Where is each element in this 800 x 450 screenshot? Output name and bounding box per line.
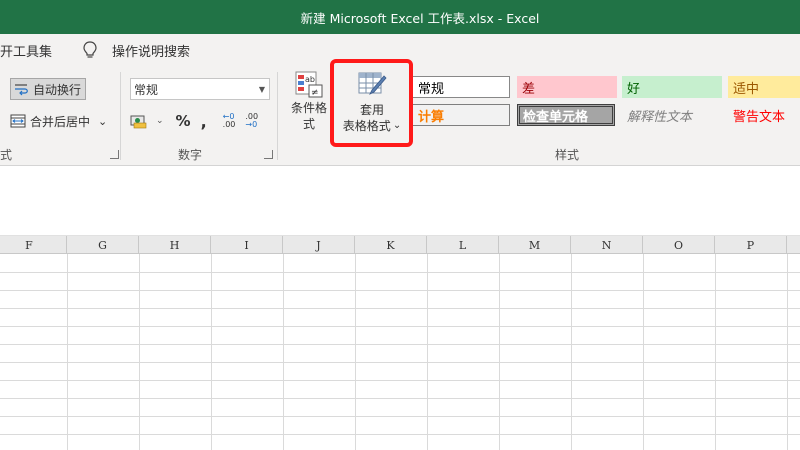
chevron-down-icon[interactable]: ▼ [255,85,269,94]
tab-row: 开工具集 操作说明搜索 [0,34,800,64]
style-neutral[interactable]: 适中 [728,76,800,98]
column-header[interactable]: M [499,236,571,254]
percent-button[interactable]: % [176,112,191,130]
conditional-format-icon: ab ≠ [295,71,323,98]
format-as-table-button[interactable]: 套用 表格格式 ⌄ [336,70,408,134]
svg-text:≠: ≠ [311,88,319,98]
format-as-table-label-line2: 表格格式 [342,119,391,133]
style-explanatory[interactable]: 解释性文本 [622,104,722,126]
ribbon: 自动换行 合并后居中 ⌄ 式 常规 ▼ ⌄ % , ←0 .00 .00 →0 … [0,64,800,166]
style-bad[interactable]: 差 [517,76,617,98]
conditional-format-button[interactable]: ab ≠ 条件格式 [287,70,331,132]
alignment-group-label: 式 [0,148,13,162]
conditional-format-label: 条件格式 [290,101,327,131]
styles-group-label: 样式 [555,148,580,162]
comma-button[interactable]: , [201,112,207,131]
chevron-down-icon[interactable]: ⌄ [156,116,164,126]
style-calculation[interactable]: 计算 [412,104,510,126]
column-header[interactable]: F [0,236,67,254]
number-tools: ⌄ % , ←0 .00 .00 →0 [130,110,258,132]
format-as-table-label-line1: 套用 [359,103,384,117]
chevron-down-icon: ⌄ [392,120,402,131]
column-header[interactable]: N [571,236,643,254]
group-divider [277,72,278,160]
column-header[interactable]: O [643,236,715,254]
merge-center-icon [10,114,26,128]
tell-me-search[interactable]: 操作说明搜索 [112,41,190,60]
title-bar: 新建 Microsoft Excel 工作表.xlsx - Excel [0,0,800,34]
column-header[interactable]: G [67,236,139,254]
decrease-decimal-button[interactable]: .00 →0 [245,113,258,129]
column-header[interactable]: P [715,236,787,254]
wrap-text-label: 自动换行 [33,82,82,97]
lightbulb-icon [83,41,97,58]
style-good[interactable]: 好 [622,76,722,98]
style-warning[interactable]: 警告文本 [728,104,800,126]
window-title: 新建 Microsoft Excel 工作表.xlsx - Excel [300,10,540,26]
number-format-value: 常规 [134,82,159,97]
column-header[interactable]: H [139,236,211,254]
merge-center-button[interactable]: 合并后居中 ⌄ [10,110,107,132]
column-header[interactable]: I [211,236,283,254]
style-check-cell[interactable]: 检查单元格 [517,104,615,126]
merge-center-label: 合并后居中 [30,114,91,129]
number-format-select[interactable]: 常规 ▼ [130,78,270,100]
style-normal[interactable]: 常规 [412,76,510,98]
table-format-icon [358,72,387,95]
number-launcher-icon[interactable] [264,150,273,159]
number-group-label: 数字 [178,148,203,162]
column-header[interactable]: J [283,236,355,254]
group-divider [120,72,121,160]
column-header[interactable]: L [427,236,499,254]
currency-icon[interactable] [130,113,150,129]
increase-decimal-button[interactable]: ←0 .00 [223,113,236,129]
column-header[interactable]: K [355,236,427,254]
wrap-text-button[interactable]: 自动换行 [10,78,86,100]
arrow-right-icon: →0 [245,120,258,129]
svg-text:ab: ab [305,75,315,84]
alignment-launcher-icon[interactable] [110,150,119,159]
cell-grid[interactable] [0,254,800,450]
chevron-down-icon[interactable]: ⌄ [98,115,107,128]
tab-developer-tools[interactable]: 开工具集 [0,41,52,60]
formula-area [0,166,800,236]
column-header-row: F G H I J K L M N O P [0,236,800,254]
wrap-text-icon [15,84,28,96]
